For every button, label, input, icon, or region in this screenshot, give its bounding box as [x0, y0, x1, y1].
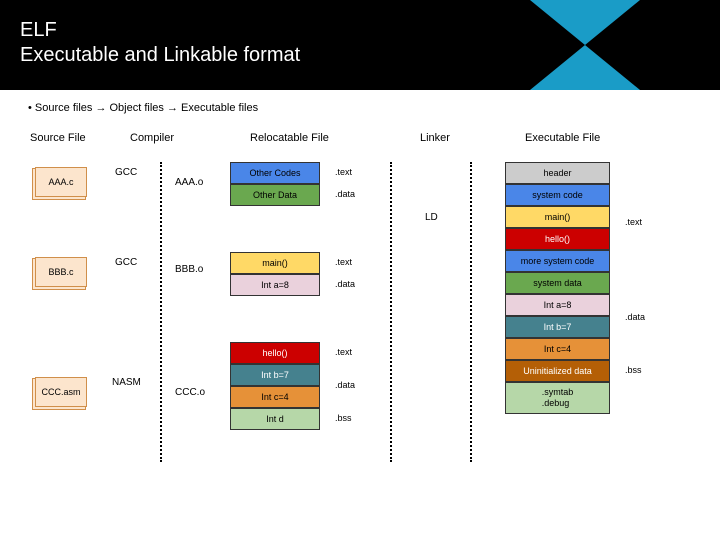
col-compiler: Compiler [130, 132, 174, 144]
source-ccc: CCC.asm [35, 377, 87, 407]
ld-label: LD [425, 212, 438, 223]
slide-content: Source files → Object files → Executable… [0, 90, 720, 524]
exec-uninit: Uninitialized data [505, 360, 610, 382]
right-bss: .bss [625, 365, 642, 375]
reloc-aaa-codes: Other Codes [230, 162, 320, 184]
seg-aaa-data: .data [335, 189, 355, 199]
exec-moresys: more system code [505, 250, 610, 272]
seg-bbb-data: .data [335, 279, 355, 289]
slide-header: ELF Executable and Linkable format [0, 0, 720, 90]
divider-1 [160, 162, 162, 462]
source-bbb: BBB.c [35, 257, 87, 287]
seg-ccc-data: .data [335, 380, 355, 390]
col-source: Source File [30, 132, 86, 144]
seg-aaa-text: .text [335, 167, 352, 177]
exec-header: header [505, 162, 610, 184]
reloc-ccc-hello: hello() [230, 342, 320, 364]
seg-ccc-bss: .bss [335, 413, 352, 423]
object-ccc: CCC.o [175, 387, 205, 398]
title-line2: Executable and Linkable format [20, 44, 300, 66]
right-data: .data [625, 312, 645, 322]
bullet-text: Source files → Object files → Executable… [20, 102, 700, 114]
exec-symtab: .symtab .debug [505, 382, 610, 414]
seg-bbb-text: .text [335, 257, 352, 267]
reloc-ccc-b: Int b=7 [230, 364, 320, 386]
col-executable: Executable File [525, 132, 600, 144]
title-line1: ELF [20, 19, 57, 41]
divider-2 [390, 162, 392, 462]
reloc-ccc-c: Int c=4 [230, 386, 320, 408]
seg-ccc-text: .text [335, 347, 352, 357]
reloc-ccc-d: Int d [230, 408, 320, 430]
hourglass-decoration [530, 0, 640, 90]
object-bbb: BBB.o [175, 264, 203, 275]
reloc-bbb-main: main() [230, 252, 320, 274]
source-aaa: AAA.c [35, 167, 87, 197]
exec-main: main() [505, 206, 610, 228]
exec-a: Int a=8 [505, 294, 610, 316]
reloc-aaa-data: Other Data [230, 184, 320, 206]
divider-3 [470, 162, 472, 462]
compiler-1: GCC [115, 167, 137, 178]
col-relocatable: Relocatable File [250, 132, 329, 144]
compiler-3: NASM [112, 377, 141, 388]
col-linker: Linker [420, 132, 450, 144]
reloc-bbb-a: Int a=8 [230, 274, 320, 296]
exec-hello: hello() [505, 228, 610, 250]
right-text: .text [625, 217, 642, 227]
compiler-2: GCC [115, 257, 137, 268]
compilation-diagram: Source File Compiler Relocatable File Li… [20, 132, 700, 512]
exec-syscode: system code [505, 184, 610, 206]
exec-sysdata: system data [505, 272, 610, 294]
object-aaa: AAA.o [175, 177, 203, 188]
exec-c: Int c=4 [505, 338, 610, 360]
exec-b: Int b=7 [505, 316, 610, 338]
